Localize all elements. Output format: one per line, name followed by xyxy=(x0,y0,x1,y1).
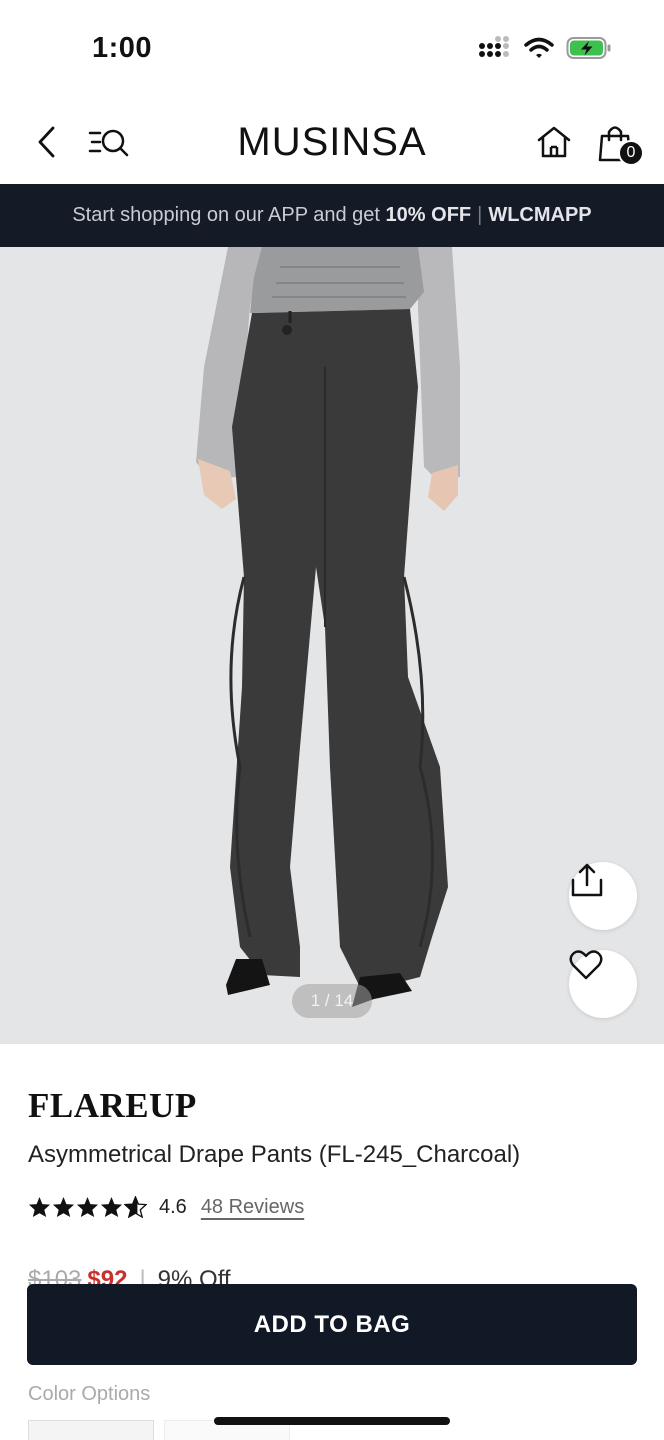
wifi-icon xyxy=(524,37,554,58)
promo-code: WLCMAPP xyxy=(488,204,592,226)
star-icon xyxy=(76,1196,99,1218)
status-time: 1:00 xyxy=(92,32,153,64)
product-title: Asymmetrical Drape Pants (FL-245_Charcoa… xyxy=(28,1141,521,1168)
star-icon xyxy=(100,1196,123,1218)
home-indicator xyxy=(214,1417,450,1425)
status-icons xyxy=(478,36,612,60)
top-nav: MUSINSA 0 xyxy=(0,100,664,184)
image-pager: 1 / 14 xyxy=(292,984,372,1018)
star-icon xyxy=(28,1196,51,1218)
rating-row: 4.6 48 Reviews xyxy=(28,1193,304,1221)
share-icon xyxy=(571,863,603,897)
status-bar: 1:00 xyxy=(0,0,664,100)
bag-button[interactable]: 0 xyxy=(596,118,644,168)
promo-separator: | xyxy=(477,204,483,226)
discount-label: 9% Off xyxy=(157,1266,231,1286)
home-icon xyxy=(537,126,571,158)
promo-highlight: 10% OFF xyxy=(385,204,472,226)
promo-banner[interactable]: Start shopping on our APP and get 10% OF… xyxy=(0,184,664,247)
promo-text: Start shopping on our APP and get xyxy=(72,204,386,226)
star-half-icon xyxy=(124,1196,147,1218)
rating-value: 4.6 xyxy=(159,1195,187,1218)
price-row: $103 $92 | 9% Off xyxy=(28,1266,231,1286)
rating-stars xyxy=(28,1196,147,1218)
wishlist-button[interactable] xyxy=(569,950,637,1018)
reviews-link[interactable]: 48 Reviews xyxy=(201,1196,304,1219)
brand-name[interactable]: FLAREUP xyxy=(28,1086,197,1126)
battery-icon xyxy=(566,37,611,59)
color-swatch[interactable] xyxy=(28,1420,154,1440)
color-options-label: Color Options xyxy=(28,1383,151,1405)
product-image-carousel[interactable]: 1 / 14 xyxy=(0,247,664,1044)
sale-price: $92 xyxy=(87,1266,128,1286)
home-button[interactable] xyxy=(532,120,576,164)
price-separator: | xyxy=(139,1266,146,1286)
share-button[interactable] xyxy=(569,862,637,930)
heart-icon xyxy=(569,950,603,980)
star-icon xyxy=(52,1196,75,1218)
original-price: $103 xyxy=(28,1266,82,1286)
signal-icon xyxy=(479,36,509,57)
product-photo xyxy=(0,247,664,1044)
add-to-bag-button[interactable]: ADD TO BAG xyxy=(27,1284,637,1365)
bag-count-badge: 0 xyxy=(618,140,644,166)
